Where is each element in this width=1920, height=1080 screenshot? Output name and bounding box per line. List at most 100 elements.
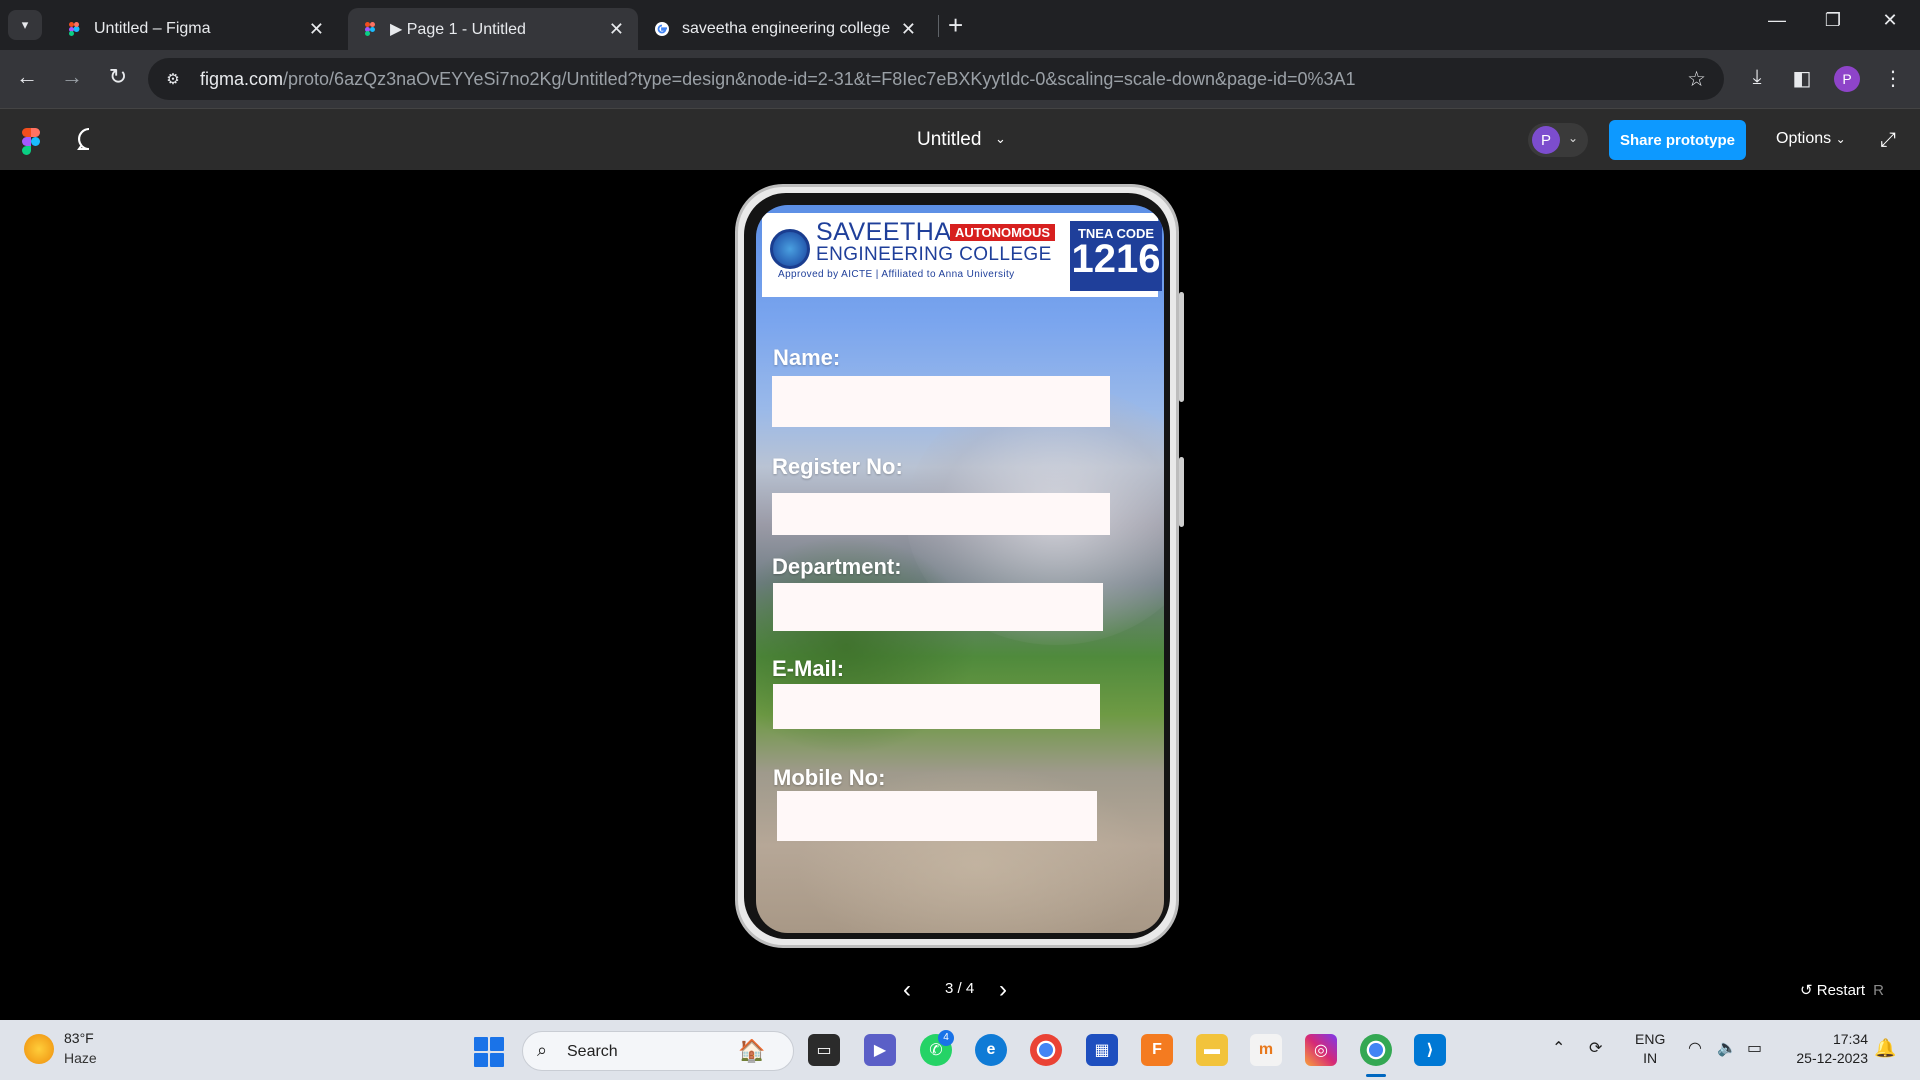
weather-description[interactable]: Haze <box>64 1050 97 1066</box>
frame-counter: 3 / 4 <box>945 980 975 997</box>
chevron-down-icon: ⌄ <box>1835 132 1846 146</box>
search-highlight-icon: 🏠 <box>738 1038 766 1063</box>
bookmark-star-icon[interactable]: ☆ <box>1687 67 1706 92</box>
next-frame-icon[interactable]: › <box>999 976 1007 1004</box>
restart-icon: ↺ <box>1800 982 1813 999</box>
tnea-code-box: TNEA CODE 1216 <box>1070 221 1162 291</box>
microsoft-store-icon[interactable]: ▦ <box>1086 1034 1118 1066</box>
weather-haze-icon[interactable] <box>24 1034 54 1064</box>
windows-taskbar: 83°F Haze ⌕ Search 🏠 ▭ ▶ ✆ 4 e ▦ F ▬ m ◎… <box>0 1020 1920 1080</box>
address-bar[interactable]: ⚙ figma.com/proto/6azQz3naOvEYYeSi7no2Kg… <box>148 58 1724 100</box>
active-app-indicator <box>1366 1074 1386 1077</box>
restart-button[interactable]: ↺ Restart R <box>1800 981 1884 999</box>
fusion360-icon[interactable]: F <box>1141 1034 1173 1066</box>
tab-saveetha-search[interactable]: saveetha engineering college lo ✕ <box>640 8 930 50</box>
site-info-icon[interactable]: ⚙ <box>160 70 186 88</box>
figma-logo-icon[interactable] <box>22 128 40 155</box>
tab-search-icon[interactable]: ▾ <box>8 10 42 40</box>
file-title[interactable]: Untitled <box>917 129 981 151</box>
new-tab-button[interactable]: + <box>948 10 963 41</box>
wifi-icon[interactable]: ◠ <box>1688 1038 1702 1058</box>
vscode-icon[interactable]: ⟩ <box>1414 1034 1446 1066</box>
phone-screen: SAVEETHA AUTONOMOUS ENGINEERING COLLEGE … <box>756 205 1164 933</box>
tnea-code: 1216 <box>1071 237 1161 281</box>
forward-arrow-icon[interactable]: → <box>57 64 87 90</box>
language-indicator[interactable]: ENG IN <box>1635 1030 1665 1068</box>
chrome-icon[interactable] <box>1030 1034 1062 1066</box>
system-clock[interactable]: 17:34 25-12-2023 <box>1786 1030 1868 1068</box>
browser-toolbar: ← → ↻ ⚙ figma.com/proto/6azQz3naOvEYYeSi… <box>0 50 1920 108</box>
close-icon[interactable]: ✕ <box>309 19 324 40</box>
download-icon[interactable]: ⤓ <box>1742 66 1772 89</box>
autonomous-badge: AUTONOMOUS <box>950 224 1056 241</box>
register-no-label: Register No: <box>772 454 903 479</box>
department-input[interactable] <box>773 583 1103 631</box>
weather-temperature[interactable]: 83°F <box>64 1030 94 1046</box>
side-panel-icon[interactable]: ◧ <box>1787 66 1817 91</box>
file-explorer-icon[interactable]: ▬ <box>1196 1034 1228 1066</box>
search-placeholder: Search <box>567 1043 618 1060</box>
previous-frame-icon[interactable]: ‹ <box>903 976 911 1004</box>
college-name-line2: ENGINEERING COLLEGE <box>816 244 1052 265</box>
fullscreen-icon[interactable]: ⤢ <box>1880 129 1896 152</box>
mobile-no-label: Mobile No: <box>773 765 886 790</box>
prototype-canvas: SAVEETHA AUTONOMOUS ENGINEERING COLLEGE … <box>0 170 1920 1020</box>
comment-icon[interactable] <box>76 126 102 152</box>
phone-side-button <box>1179 457 1184 527</box>
email-label: E-Mail: <box>772 656 845 681</box>
profile-avatar[interactable]: P <box>1834 66 1860 92</box>
teams-icon[interactable]: ▶ <box>864 1034 896 1066</box>
share-prototype-button[interactable]: Share prototype <box>1609 120 1746 160</box>
search-icon: ⌕ <box>537 1040 548 1060</box>
windows-start-icon[interactable] <box>474 1037 504 1067</box>
frame-pager: ‹ 3 / 4 › <box>903 970 1013 1010</box>
minimize-icon[interactable]: — <box>1757 10 1797 31</box>
browser-tab-strip: ▾ Untitled – Figma ✕ ▶ Page 1 - Untitled… <box>0 0 1920 50</box>
user-avatar-menu[interactable]: P ⌄ <box>1528 123 1588 157</box>
notification-bell-icon[interactable]: 🔔 <box>1874 1038 1896 1059</box>
approval-text: Approved by AICTE | Affiliated to Anna U… <box>778 269 1015 280</box>
taskbar-search[interactable]: ⌕ Search 🏠 <box>522 1031 794 1071</box>
close-window-icon[interactable]: ✕ <box>1870 10 1910 31</box>
email-input[interactable] <box>773 684 1100 729</box>
phone-frame: SAVEETHA AUTONOMOUS ENGINEERING COLLEGE … <box>735 184 1184 948</box>
chevron-down-icon[interactable]: ⌄ <box>995 131 1006 147</box>
google-icon <box>655 22 669 36</box>
moodle-icon[interactable]: m <box>1250 1034 1282 1066</box>
college-name-line1: SAVEETHA <box>816 218 952 246</box>
register-no-input[interactable] <box>772 493 1110 535</box>
restore-icon[interactable]: ❐ <box>1813 10 1853 31</box>
tab-label: Untitled – Figma <box>94 20 211 37</box>
phone-side-button <box>1179 292 1184 402</box>
tab-divider <box>938 15 939 37</box>
figma-icon <box>69 22 80 36</box>
tab-label: ▶ Page 1 - Untitled <box>390 21 526 38</box>
whatsapp-badge: 4 <box>938 1030 954 1046</box>
mobile-no-input[interactable] <box>777 791 1097 841</box>
close-icon[interactable]: ✕ <box>901 19 916 40</box>
college-logo-banner: SAVEETHA AUTONOMOUS ENGINEERING COLLEGE … <box>762 213 1162 297</box>
close-icon[interactable]: ✕ <box>609 19 624 40</box>
chevron-down-icon: ⌄ <box>1568 131 1579 145</box>
browser-menu-icon[interactable]: ⋮ <box>1878 66 1908 91</box>
sync-icon[interactable]: ⟳ <box>1589 1038 1602 1058</box>
options-button[interactable]: Options ⌄ <box>1776 130 1846 148</box>
instagram-icon[interactable]: ◎ <box>1305 1034 1337 1066</box>
figma-icon <box>365 22 375 36</box>
volume-muted-icon[interactable]: 🔈 <box>1717 1038 1737 1058</box>
restart-shortcut: R <box>1873 982 1884 999</box>
tab-page1-untitled[interactable]: ▶ Page 1 - Untitled ✕ <box>348 8 638 50</box>
edge-icon[interactable]: e <box>975 1034 1007 1066</box>
task-view-icon[interactable]: ▭ <box>808 1034 840 1066</box>
reload-icon[interactable]: ↻ <box>103 64 133 90</box>
chrome-profile-icon[interactable] <box>1360 1034 1392 1066</box>
figma-toolbar: Untitled ⌄ P ⌄ Share prototype Options ⌄… <box>0 108 1920 170</box>
name-label: Name: <box>773 345 841 370</box>
tab-untitled-figma[interactable]: Untitled – Figma ✕ <box>52 8 338 50</box>
name-input[interactable] <box>772 376 1110 427</box>
back-arrow-icon[interactable]: ← <box>12 64 42 90</box>
battery-icon[interactable]: ▭ <box>1747 1038 1762 1058</box>
show-hidden-icons-chevron-icon[interactable]: ⌃ <box>1552 1038 1565 1058</box>
url-text[interactable]: figma.com/proto/6azQz3naOvEYYeSi7no2Kg/U… <box>200 69 1356 90</box>
department-label: Department: <box>772 554 902 579</box>
